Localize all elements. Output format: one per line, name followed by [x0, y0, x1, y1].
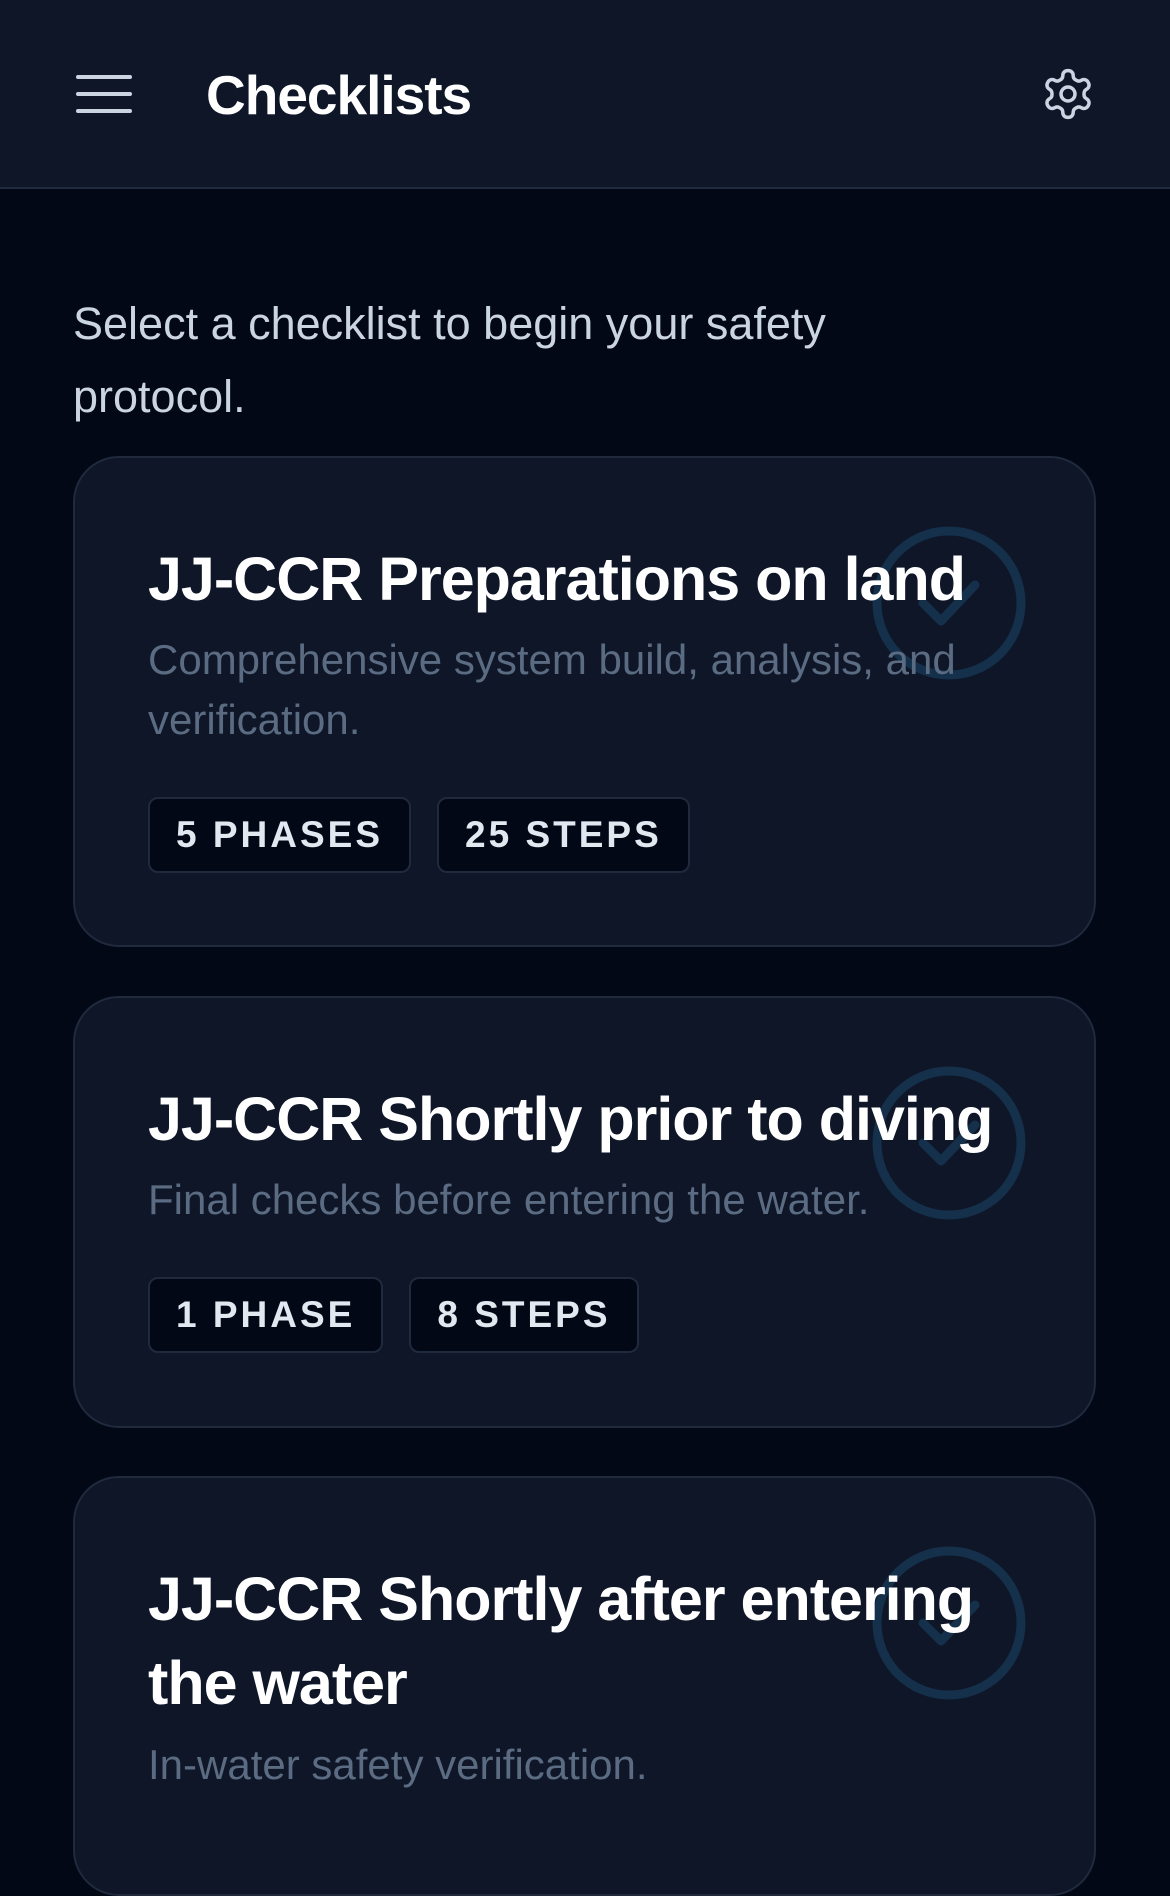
gear-icon — [1045, 68, 1091, 120]
app-header: Checklists — [0, 0, 1170, 189]
page-title: Checklists — [206, 64, 472, 126]
checklist-title: JJ-CCR Shortly after entering the water — [148, 1565, 974, 1717]
checklist-description: In-water safety verification. — [148, 1741, 648, 1788]
phases-badge: 1 PHASE — [148, 1277, 384, 1353]
checklist-badges: 1 PHASE 8 STEPS — [148, 1277, 639, 1353]
steps-badge: 8 STEPS — [409, 1277, 639, 1353]
checklist-card-preparations-on-land[interactable]: JJ-CCR Preparations on land Comprehensiv… — [73, 456, 1096, 947]
checklist-title: JJ-CCR Preparations on land — [148, 545, 966, 613]
menu-button[interactable] — [76, 68, 140, 120]
hamburger-menu-icon — [76, 75, 132, 113]
checklist-description: Final checks before entering the water. — [148, 1176, 870, 1223]
intro-text: Select a checklist to begin your safety … — [73, 298, 826, 422]
settings-button[interactable] — [1040, 66, 1096, 122]
checklist-card-shortly-prior-to-diving[interactable]: JJ-CCR Shortly prior to diving Final che… — [73, 996, 1096, 1428]
checklist-badges: 5 PHASES 25 STEPS — [148, 797, 690, 873]
checklist-title: JJ-CCR Shortly prior to diving — [148, 1085, 993, 1153]
phases-badge: 5 PHASES — [148, 797, 412, 873]
steps-badge: 25 STEPS — [437, 797, 690, 873]
checklist-description: Comprehensive system build, analysis, an… — [148, 636, 956, 743]
checklist-card-shortly-after-entering-the-water[interactable]: JJ-CCR Shortly after entering the water … — [73, 1476, 1096, 1896]
